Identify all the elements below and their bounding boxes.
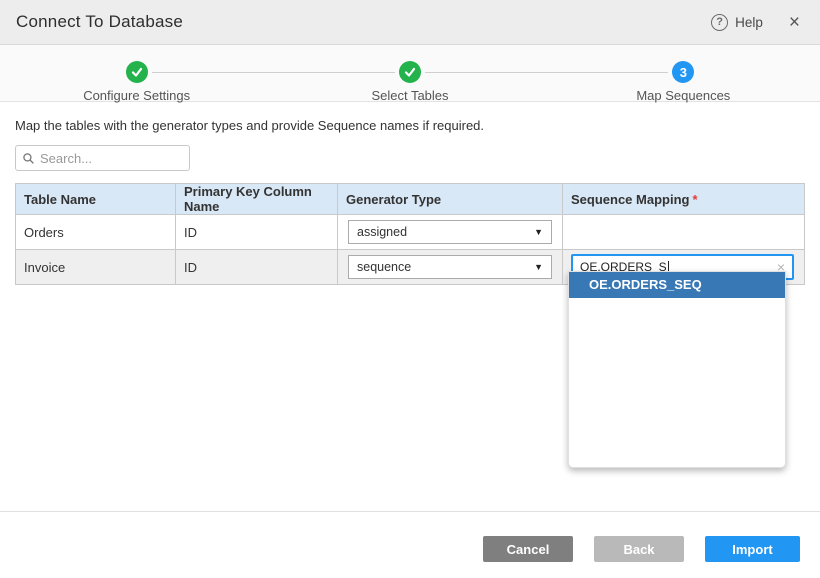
cell-pk-column: ID [176, 215, 338, 250]
col-pk-column: Primary Key Column Name [176, 184, 338, 215]
check-icon [126, 61, 148, 83]
chevron-down-icon: ▼ [534, 262, 543, 272]
help-icon: ? [711, 14, 728, 31]
back-button[interactable]: Back [594, 536, 684, 562]
step-label: Select Tables [371, 88, 448, 103]
sequence-autocomplete-dropdown: OE.ORDERS_SEQ [568, 271, 786, 468]
help-label: Help [735, 15, 763, 30]
content-area: Map the tables with the generator types … [0, 102, 820, 285]
step-number-badge: 3 [672, 61, 694, 83]
check-icon [399, 61, 421, 83]
col-sequence-mapping-label: Sequence Mapping [571, 192, 689, 207]
autocomplete-option[interactable]: OE.ORDERS_SEQ [569, 272, 785, 298]
search-icon [22, 152, 35, 165]
step-label: Map Sequences [636, 88, 730, 103]
dialog-footer: Cancel Back Import [0, 511, 820, 578]
table-row: Orders ID assigned ▼ [16, 215, 805, 250]
cell-table-name: Orders [16, 215, 176, 250]
cell-table-name: Invoice [16, 250, 176, 285]
step-configure-settings[interactable]: Configure Settings [0, 53, 273, 103]
chevron-down-icon: ▼ [534, 227, 543, 237]
step-select-tables[interactable]: Select Tables [273, 53, 546, 103]
table-header-row: Table Name Primary Key Column Name Gener… [16, 184, 805, 215]
selected-value: sequence [357, 260, 534, 274]
instruction-text: Map the tables with the generator types … [15, 118, 805, 133]
import-button[interactable]: Import [705, 536, 800, 562]
cell-generator-type: assigned ▼ [338, 215, 563, 250]
search-box[interactable] [15, 145, 190, 171]
cell-pk-column: ID [176, 250, 338, 285]
sequence-mapping-table: Table Name Primary Key Column Name Gener… [15, 183, 805, 285]
generator-type-select[interactable]: sequence ▼ [348, 255, 552, 279]
step-label: Configure Settings [83, 88, 190, 103]
col-generator-type: Generator Type [338, 184, 563, 215]
dialog-titlebar: Connect To Database ? Help × [0, 0, 820, 45]
wizard-stepper: Configure Settings Select Tables 3 Map S… [0, 45, 820, 102]
col-table-name: Table Name [16, 184, 176, 215]
cancel-button[interactable]: Cancel [483, 536, 573, 562]
col-sequence-mapping: Sequence Mapping* [563, 184, 805, 215]
help-button[interactable]: ? Help [711, 14, 763, 31]
cell-sequence-mapping[interactable] [563, 215, 805, 250]
step-map-sequences[interactable]: 3 Map Sequences [547, 53, 820, 103]
required-asterisk: * [692, 192, 697, 207]
close-icon[interactable]: × [789, 13, 800, 32]
cell-generator-type: sequence ▼ [338, 250, 563, 285]
generator-type-select[interactable]: assigned ▼ [348, 220, 552, 244]
dialog-title: Connect To Database [16, 12, 183, 32]
selected-value: assigned [357, 225, 534, 239]
search-input[interactable] [40, 151, 183, 166]
